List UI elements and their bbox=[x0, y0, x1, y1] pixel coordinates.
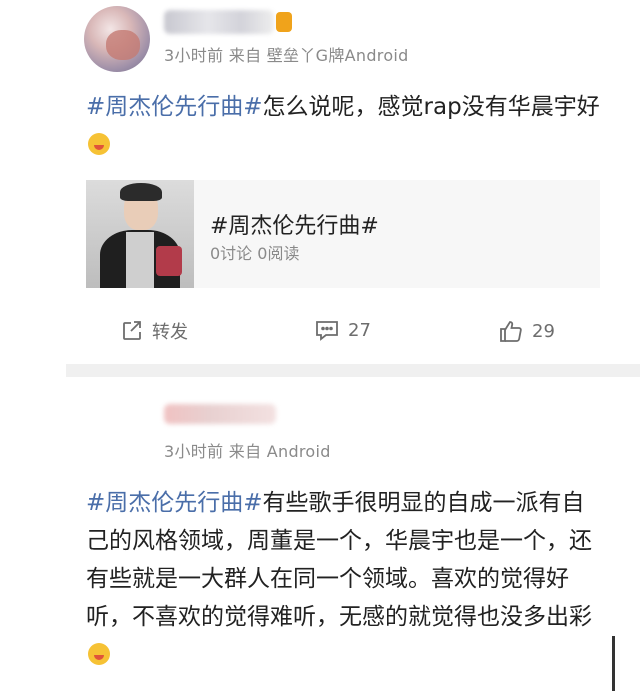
topic-card[interactable]: #周杰伦先行曲# 0讨论 0阅读 bbox=[86, 180, 600, 288]
action-bar: 转发 27 29 bbox=[0, 318, 640, 352]
post-body-2: #周杰伦先行曲#有些歌手很明显的自成一派有自己的风格领域，周董是一个，华晨宇也是… bbox=[86, 484, 601, 674]
share-label: 转发 bbox=[152, 322, 188, 343]
topic-link-2[interactable]: #周杰伦先行曲# bbox=[86, 490, 263, 516]
username-blurred[interactable] bbox=[164, 10, 274, 34]
post-separator bbox=[66, 364, 640, 377]
topic-link[interactable]: #周杰伦先行曲# bbox=[86, 94, 263, 120]
laughing-emoji-icon bbox=[88, 643, 110, 665]
like-count: 29 bbox=[532, 320, 555, 342]
post-body: #周杰伦先行曲#怎么说呢，感觉rap没有华晨宇好 bbox=[86, 88, 606, 164]
comment-button[interactable]: 27 bbox=[314, 318, 371, 342]
tongue-emoji-icon bbox=[88, 133, 110, 155]
weibo-post-1: 3小时前 来自 壁垒丫G牌Android #周杰伦先行曲#怎么说呢，感觉rap没… bbox=[0, 0, 640, 365]
scrollbar[interactable] bbox=[612, 636, 615, 691]
post-meta: 3小时前 来自 壁垒丫G牌Android bbox=[164, 46, 409, 65]
topic-card-stats: 0讨论 0阅读 bbox=[210, 244, 300, 263]
post-meta-2: 3小时前 来自 Android bbox=[164, 442, 331, 461]
vip-badge-icon bbox=[276, 12, 292, 32]
username-blurred-2[interactable] bbox=[164, 404, 276, 424]
topic-card-image bbox=[86, 180, 194, 288]
comment-icon bbox=[314, 318, 340, 342]
like-button[interactable]: 29 bbox=[498, 318, 555, 344]
post-text: 怎么说呢，感觉rap没有华晨宇好 bbox=[262, 94, 600, 120]
user-avatar[interactable] bbox=[84, 6, 150, 72]
thumbs-up-icon bbox=[498, 318, 524, 344]
topic-card-title: #周杰伦先行曲# bbox=[210, 214, 379, 239]
share-icon bbox=[120, 319, 144, 343]
comment-count: 27 bbox=[348, 319, 371, 341]
share-button[interactable]: 转发 bbox=[120, 318, 188, 344]
